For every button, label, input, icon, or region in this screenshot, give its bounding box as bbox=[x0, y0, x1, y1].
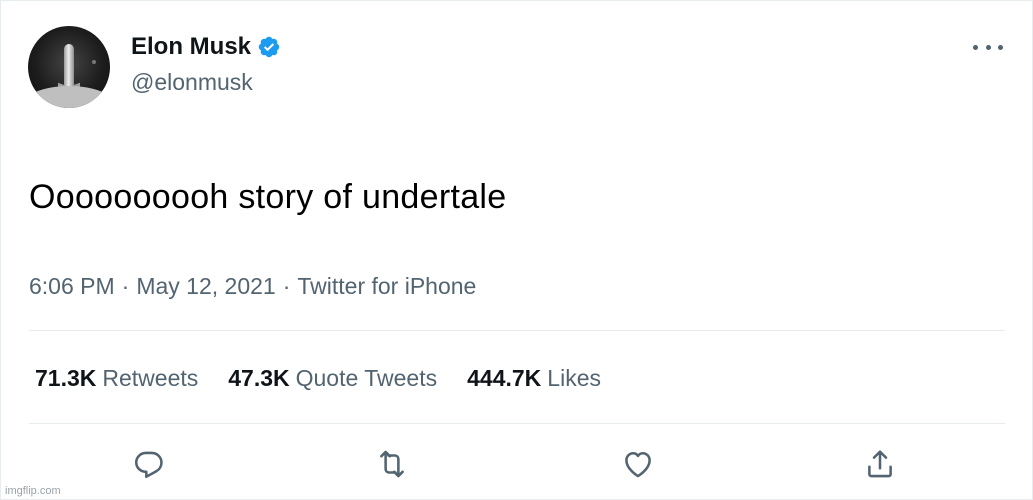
tweet-source[interactable]: Twitter for iPhone bbox=[297, 273, 476, 299]
divider bbox=[29, 330, 1005, 331]
avatar-star bbox=[92, 60, 96, 64]
reply-icon[interactable] bbox=[132, 447, 166, 481]
stat-likes[interactable]: 444.7K Likes bbox=[467, 363, 601, 393]
meta-separator: · bbox=[282, 273, 291, 299]
avatar[interactable] bbox=[28, 26, 110, 108]
stat-count: 71.3K bbox=[35, 365, 97, 391]
divider bbox=[29, 423, 1005, 424]
stat-retweets[interactable]: 71.3K Retweets bbox=[35, 363, 198, 393]
stat-quote-tweets[interactable]: 47.3K Quote Tweets bbox=[228, 363, 437, 393]
verified-badge-icon bbox=[257, 35, 281, 59]
imgflip-watermark: imgflip.com bbox=[5, 485, 61, 497]
tweet-actions bbox=[1, 443, 1033, 487]
stat-count: 47.3K bbox=[228, 365, 290, 391]
tweet-meta: 6:06 PM · May 12, 2021 · Twitter for iPhone bbox=[29, 271, 476, 301]
tweet-stats: 71.3K Retweets 47.3K Quote Tweets 444.7K… bbox=[35, 363, 631, 393]
stat-label: Retweets bbox=[102, 365, 199, 391]
share-icon[interactable] bbox=[863, 447, 897, 481]
author-handle[interactable]: @elonmusk bbox=[131, 67, 253, 97]
stat-label: Likes bbox=[547, 365, 601, 391]
meta-separator: · bbox=[121, 273, 130, 299]
more-dot bbox=[998, 44, 1003, 50]
author-name-row: Elon Musk bbox=[131, 32, 281, 62]
tweet-date[interactable]: May 12, 2021 bbox=[136, 273, 275, 299]
retweet-icon[interactable] bbox=[375, 447, 409, 481]
avatar-moon-surface bbox=[28, 86, 110, 108]
stat-label: Quote Tweets bbox=[295, 365, 438, 391]
stat-count: 444.7K bbox=[467, 365, 542, 391]
more-dot bbox=[985, 44, 991, 50]
heart-icon[interactable] bbox=[621, 447, 655, 481]
more-dot bbox=[973, 44, 978, 50]
tweet-time[interactable]: 6:06 PM bbox=[29, 273, 115, 299]
more-options-icon[interactable] bbox=[973, 39, 1003, 55]
tweet-text: Oooooooooh story of undertale bbox=[29, 178, 507, 216]
author-display-name[interactable]: Elon Musk bbox=[131, 32, 251, 62]
tweet-card: Elon Musk @elonmusk Oooooooooh story of … bbox=[0, 0, 1033, 500]
